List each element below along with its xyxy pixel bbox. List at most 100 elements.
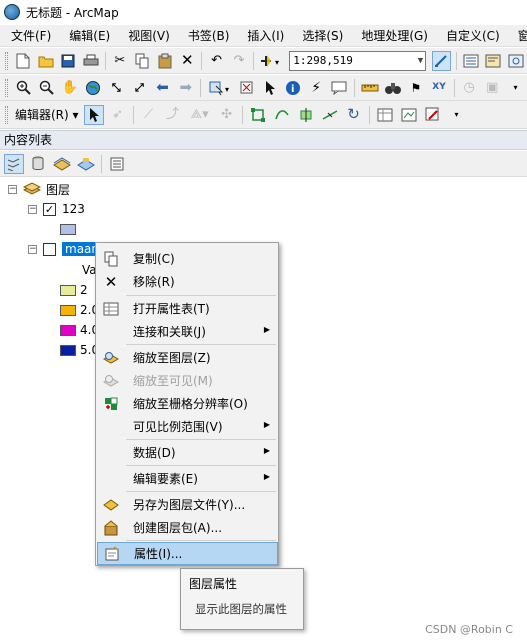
reshape-feature-icon[interactable] xyxy=(272,105,292,125)
menu-selection[interactable]: 选择(S) xyxy=(291,25,350,47)
copy-icon[interactable] xyxy=(133,51,151,71)
list-by-selection-icon[interactable] xyxy=(76,154,96,174)
create-features-icon[interactable] xyxy=(423,105,443,125)
layer-visibility-checkbox[interactable] xyxy=(43,242,56,256)
create-viewer-icon[interactable]: ▣ xyxy=(483,78,502,98)
menu-item-zoom-to-raster-resolution[interactable]: 缩放至栅格分辨率(O) xyxy=(97,392,278,415)
split-tool-icon[interactable]: ✣ xyxy=(217,105,237,125)
cut-icon[interactable]: ✂ xyxy=(111,51,129,71)
menu-windows[interactable]: 窗口( xyxy=(507,25,527,47)
go-to-xy-icon[interactable]: XY xyxy=(429,78,448,98)
layer-row-123[interactable]: − ✓ 123 xyxy=(28,199,85,219)
new-document-icon[interactable] xyxy=(14,51,32,71)
menu-bookmarks[interactable]: 书签(B) xyxy=(177,25,237,47)
menu-item-joins-relates[interactable]: 连接和关联(J) ▶ xyxy=(97,320,278,343)
undo-icon[interactable]: ↶ xyxy=(207,51,225,71)
edit-vertices-icon[interactable] xyxy=(248,105,268,125)
list-by-visibility-icon[interactable] xyxy=(52,154,72,174)
editor-menu-button[interactable]: 编辑器(R) ▾ xyxy=(12,105,82,125)
toolbar-grip[interactable] xyxy=(5,51,8,70)
chevron-down-icon[interactable]: ▼ xyxy=(418,52,423,70)
table-of-contents-icon[interactable] xyxy=(462,51,480,71)
attributes-icon[interactable] xyxy=(375,105,395,125)
editor-toolbar-icon[interactable] xyxy=(432,50,451,71)
root-layers-row[interactable]: − 图层 xyxy=(8,179,70,199)
open-folder-icon[interactable] xyxy=(36,51,54,71)
straight-segment-icon[interactable]: ⟋ xyxy=(139,105,159,125)
layer-row-maan[interactable]: − maan xyxy=(28,239,103,259)
list-by-drawing-order-icon[interactable] xyxy=(4,153,24,174)
paste-icon[interactable] xyxy=(156,51,174,71)
legend-swatch[interactable] xyxy=(60,304,76,316)
collapse-icon[interactable]: − xyxy=(28,204,37,214)
menu-edit[interactable]: 编辑(E) xyxy=(58,25,117,47)
menu-item-properties[interactable]: 属性(I)... xyxy=(97,542,278,565)
save-icon[interactable] xyxy=(59,51,77,71)
menu-item-zoom-to-layer[interactable]: 缩放至图层(Z) xyxy=(97,346,278,369)
identify-icon[interactable]: i xyxy=(283,78,302,98)
clear-selection-icon[interactable] xyxy=(237,78,256,98)
menu-geoprocessing[interactable]: 地理处理(G) xyxy=(350,25,435,47)
menu-item-data[interactable]: 数据(D) ▶ xyxy=(97,441,278,464)
menu-item-create-layer-package[interactable]: 创建图层包(A)... xyxy=(97,516,278,539)
polygon-symbol-swatch[interactable] xyxy=(60,223,76,235)
fixed-zoom-in-icon[interactable]: ⤡ xyxy=(107,78,126,98)
fixed-zoom-out-icon[interactable]: ⤢ xyxy=(130,78,149,98)
toc-options-icon[interactable] xyxy=(107,154,127,174)
trace-icon[interactable]: ⤴ xyxy=(163,105,183,125)
legend-swatch[interactable] xyxy=(60,344,76,356)
menu-item-edit-features[interactable]: 编辑要素(E) ▶ xyxy=(97,467,278,490)
select-elements-arrow-icon[interactable] xyxy=(260,78,279,98)
menu-item-visible-scale-range[interactable]: 可见比例范围(V) ▶ xyxy=(97,415,278,438)
menu-separator xyxy=(126,295,276,296)
legend-swatch[interactable] xyxy=(60,324,76,336)
search-window-icon[interactable] xyxy=(507,51,525,71)
hyperlink-icon[interactable]: ⚡ xyxy=(307,78,326,98)
pan-hand-icon[interactable]: ✋ xyxy=(60,78,79,98)
edit-tool-arrow-icon[interactable] xyxy=(83,104,104,125)
zoom-in-icon[interactable] xyxy=(14,78,33,98)
layer-visibility-checkbox[interactable]: ✓ xyxy=(43,202,56,216)
measure-ruler-icon[interactable] xyxy=(360,78,379,98)
toolbar-grip[interactable] xyxy=(5,78,8,97)
sketch-properties-icon[interactable] xyxy=(399,105,419,125)
select-features-icon[interactable]: ▾ xyxy=(206,78,233,98)
list-by-source-icon[interactable] xyxy=(28,154,48,174)
add-data-icon[interactable]: ▾ xyxy=(259,51,283,71)
menu-view[interactable]: 视图(V) xyxy=(117,25,177,47)
overflow-chevron-icon[interactable]: ▾ xyxy=(447,105,467,125)
time-slider-icon[interactable]: ◷ xyxy=(460,78,479,98)
catalog-icon[interactable] xyxy=(484,51,502,71)
find-binoculars-icon[interactable] xyxy=(383,78,402,98)
menu-item-save-as-layer-file[interactable]: 另存为图层文件(Y)... xyxy=(97,493,278,516)
menu-file[interactable]: 文件(F) xyxy=(0,25,58,47)
html-popup-icon[interactable] xyxy=(330,78,349,98)
legend-swatch[interactable] xyxy=(60,284,76,296)
edit-annotation-icon[interactable]: ➶ xyxy=(108,105,128,125)
remove-icon: ✕ xyxy=(104,272,118,291)
cut-polygons-icon[interactable] xyxy=(296,105,316,125)
scale-input[interactable]: 1:298,519 ▼ xyxy=(289,50,427,71)
menu-item-remove[interactable]: ✕ 移除(R) xyxy=(97,270,278,293)
overflow-chevron-icon[interactable]: ▾ xyxy=(506,78,525,98)
menu-insert[interactable]: 插入(I) xyxy=(236,25,291,47)
collapse-icon[interactable]: − xyxy=(28,244,37,254)
split-line-icon[interactable] xyxy=(320,105,340,125)
toolbar-grip[interactable] xyxy=(5,105,8,124)
redo-icon[interactable]: ↷ xyxy=(230,51,248,71)
back-arrow-icon[interactable]: ⬅ xyxy=(153,78,172,98)
find-route-icon[interactable]: ⚑ xyxy=(406,78,425,98)
menu-item-open-attribute-table[interactable]: 打开属性表(T) xyxy=(97,297,278,320)
print-icon[interactable] xyxy=(81,51,99,71)
full-extent-globe-icon[interactable] xyxy=(83,78,102,98)
forward-arrow-icon[interactable]: ➡ xyxy=(176,78,195,98)
rotate-icon[interactable]: ↻ xyxy=(344,105,364,125)
collapse-icon[interactable]: − xyxy=(8,184,17,194)
toolbar-separator xyxy=(200,78,202,97)
menu-item-copy[interactable]: 复制(C) xyxy=(97,247,278,270)
zoom-out-icon[interactable] xyxy=(37,78,56,98)
construction-tools-icon[interactable]: ⟁▾ xyxy=(187,105,213,125)
menu-customize[interactable]: 自定义(C) xyxy=(435,25,507,47)
menu-item-zoom-to-visible[interactable]: 缩放至可见(M) xyxy=(97,369,278,392)
delete-icon[interactable]: ✕ xyxy=(178,51,196,71)
